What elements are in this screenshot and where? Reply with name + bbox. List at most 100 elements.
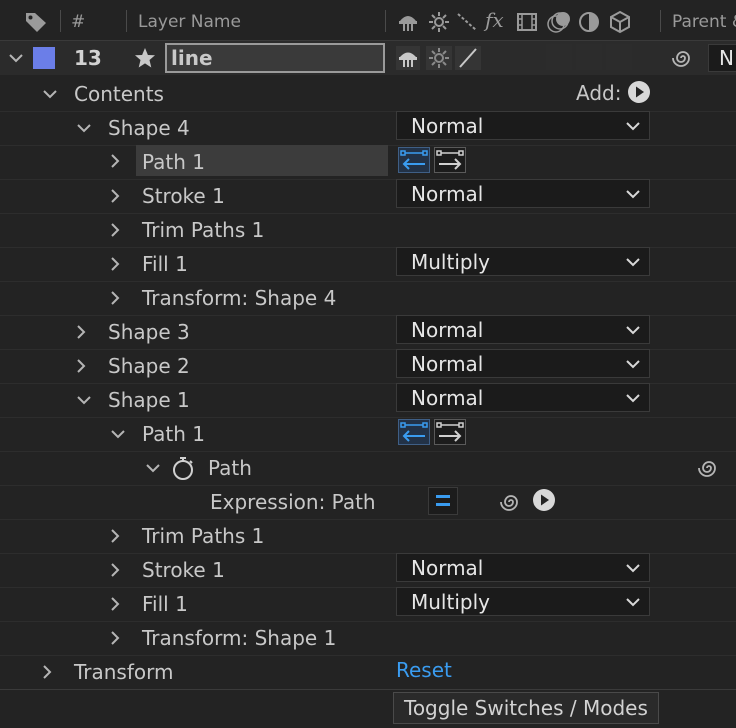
tree-label: Stroke 1 xyxy=(142,558,225,582)
parent-value: N xyxy=(719,46,734,70)
reset-link[interactable]: Reset xyxy=(396,658,452,682)
blend-mode-dropdown[interactable]: Normal xyxy=(396,553,650,582)
header-layer-name[interactable]: Layer Name xyxy=(138,12,241,32)
header-parent[interactable]: Parent & xyxy=(672,12,736,32)
blend-mode-dropdown[interactable]: Multiply xyxy=(396,247,650,276)
frame-blend-switch[interactable] xyxy=(576,44,602,70)
chevron-down-icon[interactable] xyxy=(73,389,95,411)
chevron-right-icon[interactable] xyxy=(70,321,92,343)
stopwatch-icon[interactable] xyxy=(170,455,196,481)
dropdown-value: Normal xyxy=(411,352,484,376)
chevron-down-icon[interactable] xyxy=(39,83,61,105)
expression-language-menu-icon[interactable] xyxy=(532,488,556,512)
header-number: # xyxy=(71,12,86,32)
blend-mode-dropdown[interactable]: Normal xyxy=(396,111,650,140)
chevron-right-icon[interactable] xyxy=(104,253,126,275)
tree-row-trim-paths-1[interactable]: Trim Paths 1 xyxy=(0,519,736,554)
tree-label: Stroke 1 xyxy=(142,184,225,208)
tree-row-shape-2[interactable]: Shape 2 Normal xyxy=(0,349,736,384)
tree-label: Fill 1 xyxy=(142,252,188,276)
chevron-right-icon[interactable] xyxy=(104,627,126,649)
label-tag-icon[interactable] xyxy=(24,11,48,33)
dropdown-value: Normal xyxy=(411,386,484,410)
collapse-sun-icon[interactable] xyxy=(428,11,450,33)
tree-row-path-1[interactable]: Path 1 xyxy=(0,145,736,180)
blend-mode-dropdown[interactable]: Normal xyxy=(396,349,650,378)
pick-whip-spiral-icon[interactable] xyxy=(670,46,696,70)
forward-path-button[interactable] xyxy=(434,419,466,445)
tree-row-path-1[interactable]: Path 1 xyxy=(0,417,736,452)
tree-row-shape-1[interactable]: Shape 1 Normal xyxy=(0,383,736,418)
tree-row-trim-paths-1[interactable]: Trim Paths 1 xyxy=(0,213,736,248)
layer-name-field[interactable]: line xyxy=(165,43,385,73)
quality-switch-icon[interactable] xyxy=(455,46,481,70)
tree-label: Expression: Path xyxy=(210,490,376,514)
chevron-right-icon[interactable] xyxy=(104,593,126,615)
contents-row[interactable]: Contents Add: xyxy=(0,77,736,112)
tree-row-stroke-1[interactable]: Stroke 1 Normal xyxy=(0,553,736,588)
blend-mode-dropdown[interactable]: Normal xyxy=(396,315,650,344)
header-divider xyxy=(385,10,386,32)
toggle-switches-modes-button[interactable]: Toggle Switches / Modes xyxy=(393,692,659,724)
transform-row[interactable]: Transform Reset xyxy=(0,655,736,690)
shy-switch-icon[interactable] xyxy=(396,46,420,70)
reverse-path-button[interactable] xyxy=(398,147,430,173)
tree-label: Path 1 xyxy=(142,150,206,174)
chevron-right-icon[interactable] xyxy=(104,185,126,207)
chevron-down-icon[interactable] xyxy=(73,117,95,139)
chevron-down-icon[interactable] xyxy=(107,423,129,445)
pick-whip-spiral-icon[interactable] xyxy=(498,489,524,515)
blend-mode-dropdown[interactable]: Multiply xyxy=(396,587,650,616)
header-divider xyxy=(126,10,127,32)
tree-row-fill-1[interactable]: Fill 1 Multiply xyxy=(0,247,736,282)
quality-icon[interactable] xyxy=(456,11,478,33)
blend-mode-dropdown[interactable]: Normal xyxy=(396,179,650,208)
motion-blur-switch[interactable] xyxy=(606,44,632,70)
add-play-icon[interactable] xyxy=(627,80,651,104)
blend-mode-dropdown[interactable]: Normal xyxy=(396,383,650,412)
chevron-right-icon[interactable] xyxy=(104,287,126,309)
chevron-right-icon[interactable] xyxy=(104,559,126,581)
chevron-down-icon[interactable] xyxy=(5,47,27,69)
chevron-down-icon[interactable] xyxy=(142,457,164,479)
tree-row-transform-shape-4[interactable]: Transform: Shape 4 xyxy=(0,281,736,316)
chevron-down-icon xyxy=(626,598,640,607)
dropdown-value: Normal xyxy=(411,556,484,580)
frame-blend-icon[interactable] xyxy=(516,11,538,33)
label-color-swatch[interactable] xyxy=(33,47,55,69)
tree-row-fill-1[interactable]: Fill 1 Multiply xyxy=(0,587,736,622)
chevron-right-icon[interactable] xyxy=(104,219,126,241)
pick-whip-spiral-icon[interactable] xyxy=(696,455,722,481)
chevron-right-icon[interactable] xyxy=(36,661,58,683)
tree-row-transform-shape-1[interactable]: Transform: Shape 1 xyxy=(0,621,736,656)
tree-row-expression-path[interactable]: Expression: Path xyxy=(0,485,736,520)
forward-path-button[interactable] xyxy=(434,147,466,173)
effect-switch[interactable] xyxy=(546,44,572,70)
chevron-down-icon xyxy=(626,394,640,403)
add-label: Add: xyxy=(576,81,622,105)
effects-fx-icon[interactable]: fx xyxy=(485,8,504,32)
column-header: # Layer Name fx Parent xyxy=(0,0,736,41)
chevron-right-icon[interactable] xyxy=(104,525,126,547)
dropdown-value: Normal xyxy=(411,182,484,206)
chevron-right-icon[interactable] xyxy=(104,150,126,172)
chevron-down-icon xyxy=(626,258,640,267)
chevron-right-icon[interactable] xyxy=(70,355,92,377)
parent-dropdown[interactable]: N xyxy=(708,44,736,72)
collapse-switch-icon[interactable] xyxy=(426,46,452,70)
3d-layer-icon[interactable] xyxy=(608,10,632,34)
tree-row-shape-3[interactable]: Shape 3 Normal xyxy=(0,315,736,350)
expression-toggle-button[interactable] xyxy=(428,487,458,515)
tree-row-shape-4[interactable]: Shape 4 Normal xyxy=(0,111,736,146)
layer-number: 13 xyxy=(74,46,102,70)
motion-blur-icon[interactable] xyxy=(546,10,572,34)
tree-label: Shape 3 xyxy=(108,320,190,344)
layer-row[interactable]: 13 line N xyxy=(0,41,736,75)
tree-label: Shape 2 xyxy=(108,354,190,378)
tree-label: Transform: Shape 1 xyxy=(142,626,337,650)
shy-icon[interactable] xyxy=(396,11,420,33)
adjustment-layer-icon[interactable] xyxy=(578,11,600,33)
reverse-path-button[interactable] xyxy=(398,419,430,445)
tree-row-stroke-1[interactable]: Stroke 1 Normal xyxy=(0,179,736,214)
tree-row-path-property[interactable]: Path xyxy=(0,451,736,486)
